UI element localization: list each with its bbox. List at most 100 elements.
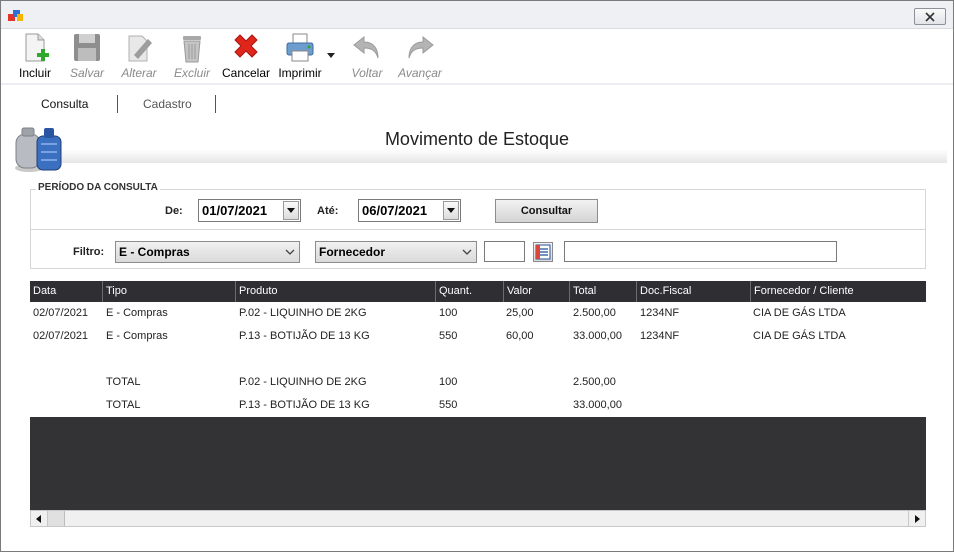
- filter-divider: [31, 229, 925, 230]
- tab-divider: [215, 95, 216, 113]
- lookup-list-icon: [535, 244, 551, 260]
- arrow-right-icon: [915, 514, 920, 523]
- tab-consulta[interactable]: Consulta: [41, 97, 88, 111]
- cell-total: 33.000,00: [573, 399, 622, 411]
- toolbar: Incluir Salvar Alterar Excluir Cancelar …: [1, 29, 953, 83]
- close-window-button[interactable]: [914, 8, 946, 25]
- cell-total: 2.500,00: [573, 376, 616, 388]
- column-header-total[interactable]: Total: [569, 281, 636, 302]
- tab-divider: [117, 95, 118, 113]
- alterar-button[interactable]: Alterar: [117, 29, 161, 83]
- print-dropdown-arrow-icon[interactable]: [327, 51, 335, 59]
- cancelar-label: Cancelar: [221, 66, 271, 80]
- table-row[interactable]: 02/07/2021 E - Compras P.13 - BOTIJÃO DE…: [30, 325, 926, 348]
- cell-tipo: TOTAL: [106, 376, 141, 388]
- cell-quant: 550: [439, 399, 458, 411]
- column-header-fornecedor-cliente[interactable]: Fornecedor / Cliente: [750, 281, 926, 302]
- movement-type-select[interactable]: E - Compras: [115, 241, 300, 263]
- filter-field-select[interactable]: Fornecedor: [315, 241, 477, 263]
- consultar-button[interactable]: Consultar: [495, 199, 598, 223]
- to-date-label: Até:: [317, 205, 339, 217]
- horizontal-scrollbar[interactable]: [30, 510, 926, 527]
- red-x-icon: [234, 34, 258, 58]
- avancar-button[interactable]: Avançar: [397, 29, 443, 83]
- chevron-down-icon: [285, 249, 295, 255]
- cell-quant: 100: [439, 307, 458, 319]
- main-window: Incluir Salvar Alterar Excluir Cancelar …: [0, 0, 954, 552]
- from-date-value: 01/07/2021: [202, 203, 268, 218]
- movement-grid: Data Tipo Produto Quant. Valor Total Doc…: [30, 281, 926, 510]
- column-header-doc-fiscal[interactable]: Doc.Fiscal: [636, 281, 750, 302]
- chevron-down-icon: [462, 249, 472, 255]
- grid-header: Data Tipo Produto Quant. Valor Total Doc…: [30, 281, 926, 302]
- cell-produto: P.13 - BOTIJÃO DE 13 KG: [239, 330, 370, 342]
- filter-field-value: Fornecedor: [319, 245, 386, 259]
- page-title-text: Movimento de Estoque: [384, 129, 570, 149]
- app-logo-icon: [8, 10, 23, 21]
- column-header-tipo[interactable]: Tipo: [102, 281, 235, 302]
- cell-valor: 60,00: [506, 330, 534, 342]
- column-header-valor[interactable]: Valor: [503, 281, 569, 302]
- from-date-field[interactable]: 01/07/2021: [198, 199, 301, 222]
- movement-type-value: E - Compras: [119, 245, 190, 259]
- column-header-data[interactable]: Data: [30, 281, 102, 302]
- cell-total: 2.500,00: [573, 307, 616, 319]
- cell-produto: P.02 - LIQUINHO DE 2KG: [239, 376, 367, 388]
- column-header-quant[interactable]: Quant.: [435, 281, 503, 302]
- scroll-right-button[interactable]: [908, 511, 925, 526]
- column-header-produto[interactable]: Produto: [235, 281, 435, 302]
- scroll-left-button[interactable]: [31, 511, 48, 526]
- voltar-button[interactable]: Voltar: [345, 29, 389, 83]
- filter-name-input[interactable]: [564, 241, 837, 262]
- alterar-label: Alterar: [121, 66, 157, 80]
- voltar-label: Voltar: [351, 66, 383, 80]
- cell-tipo: E - Compras: [106, 307, 168, 319]
- lookup-button[interactable]: [533, 242, 553, 262]
- from-date-label: De:: [165, 205, 183, 217]
- redo-arrow-icon: [408, 35, 434, 59]
- imprimir-label: Imprimir: [278, 66, 322, 80]
- excluir-button[interactable]: Excluir: [169, 29, 215, 83]
- imprimir-button[interactable]: Imprimir: [275, 29, 325, 83]
- cell-quant: 100: [439, 376, 458, 388]
- floppy-disk-icon: [74, 34, 100, 61]
- filter-code-input[interactable]: [484, 241, 525, 262]
- cell-valor: 25,00: [506, 307, 534, 319]
- salvar-button[interactable]: Salvar: [65, 29, 109, 83]
- page-title: Movimento de Estoque: [1, 129, 953, 150]
- cell-produto: P.02 - LIQUINHO DE 2KG: [239, 307, 367, 319]
- incluir-button[interactable]: Incluir: [13, 29, 57, 83]
- cell-doc-fiscal: 1234NF: [640, 330, 680, 342]
- to-date-value: 06/07/2021: [362, 203, 428, 218]
- period-group-legend: PERÍODO DA CONSULTA: [36, 182, 160, 193]
- table-row-empty[interactable]: [30, 348, 926, 371]
- cell-produto: P.13 - BOTIJÃO DE 13 KG: [239, 399, 370, 411]
- cell-tipo: TOTAL: [106, 399, 141, 411]
- cancelar-button[interactable]: Cancelar: [221, 29, 271, 83]
- incluir-label: Incluir: [18, 66, 51, 80]
- avancar-label: Avançar: [398, 66, 442, 80]
- title-bar: [1, 1, 953, 29]
- add-document-icon: [25, 33, 49, 62]
- arrow-left-icon: [36, 514, 41, 523]
- total-row[interactable]: TOTAL P.02 - LIQUINHO DE 2KG 100 2.500,0…: [30, 371, 926, 394]
- chevron-down-icon: [447, 207, 455, 213]
- cell-doc-fiscal: 1234NF: [640, 307, 680, 319]
- salvar-label: Salvar: [69, 66, 104, 80]
- undo-arrow-icon: [353, 35, 379, 59]
- total-row[interactable]: TOTAL P.13 - BOTIJÃO DE 13 KG 550 33.000…: [30, 394, 926, 417]
- cell-quant: 550: [439, 330, 458, 342]
- grid-body: 02/07/2021 E - Compras P.02 - LIQUINHO D…: [30, 302, 926, 417]
- cell-total: 33.000,00: [573, 330, 622, 342]
- cell-fornecedor: CIA DE GÁS LTDA: [753, 307, 846, 319]
- table-row[interactable]: 02/07/2021 E - Compras P.02 - LIQUINHO D…: [30, 302, 926, 325]
- scroll-thumb[interactable]: [48, 511, 65, 526]
- tab-cadastro[interactable]: Cadastro: [143, 97, 192, 111]
- tab-bar: Consulta Cadastro: [1, 85, 953, 121]
- from-date-picker-button[interactable]: [283, 201, 299, 220]
- header-band: [61, 149, 947, 163]
- chevron-down-icon: [287, 207, 295, 213]
- cell-fornecedor: CIA DE GÁS LTDA: [753, 330, 846, 342]
- to-date-picker-button[interactable]: [443, 201, 459, 220]
- to-date-field[interactable]: 06/07/2021: [358, 199, 461, 222]
